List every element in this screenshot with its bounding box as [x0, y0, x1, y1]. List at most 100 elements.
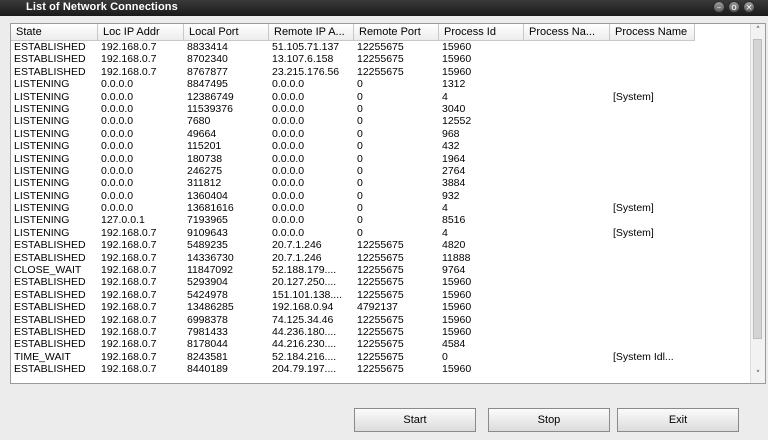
scroll-thumb[interactable] [753, 39, 762, 339]
title-bar[interactable]: List of Network Connections – o × [0, 0, 768, 16]
column-header-5[interactable]: Process Id [439, 24, 524, 40]
column-header-4[interactable]: Remote Port [354, 24, 439, 40]
table-row[interactable]: ESTABLISHED 192.168.0.7 5424978 151.101.138… [11, 289, 752, 301]
table-row[interactable]: LISTENING 0.0.0.0 12386749 0.0.0.0 0 4 [System… [11, 91, 752, 103]
table-cell: 180738 [187, 152, 223, 165]
table-cell: 3884 [442, 177, 466, 190]
column-header-7[interactable]: Process Name [610, 24, 695, 40]
table-cell: 15960 [442, 313, 472, 326]
table-cell [524, 53, 610, 65]
table-cell: 51.105.71.137 [272, 41, 340, 53]
table-row[interactable]: LISTENING 0.0.0.0 49664 0.0.0.0 0 968 [11, 128, 752, 140]
table-cell: [System Idl... [613, 350, 674, 363]
table-row[interactable]: TIME_WAIT 192.168.0.7 8243581 52.184.216...… [11, 351, 752, 363]
table-cell: 8833414 [187, 41, 228, 53]
table-cell [524, 177, 610, 189]
scroll-up-icon[interactable]: ˄ [751, 24, 765, 38]
table-row[interactable]: ESTABLISHED 192.168.0.7 14336730 20.7.1.246… [11, 252, 752, 264]
table-cell [524, 326, 610, 338]
table-cell [610, 165, 695, 177]
table-cell: 0 [357, 140, 363, 153]
column-header-3[interactable]: Remote IP A... [269, 24, 354, 40]
table-row[interactable]: LISTENING 0.0.0.0 1360404 0.0.0.0 0 932 [11, 190, 752, 202]
table-cell: ESTABLISHED [14, 338, 86, 351]
table-cell: 151.101.138.... [272, 288, 343, 301]
table-cell [610, 338, 695, 350]
table-row[interactable]: ESTABLISHED 192.168.0.7 8440189 204.79.197.… [11, 363, 752, 375]
connections-list[interactable]: State Loc IP Addr Local Port Remote IP A...… [10, 23, 766, 384]
table-cell: 12552 [442, 115, 472, 128]
table-cell: 1312 [442, 78, 466, 91]
table-cell [524, 227, 610, 239]
column-header-6[interactable]: Process Na... [524, 24, 610, 40]
table-cell: 0.0.0.0 [101, 202, 134, 215]
table-cell: TIME_WAIT [14, 350, 71, 363]
table-row[interactable]: ESTABLISHED 192.168.0.7 6998378 74.125.34.4… [11, 314, 752, 326]
scroll-down-icon[interactable]: ˅ [751, 368, 765, 382]
table-cell: 0.0.0.0 [101, 127, 134, 140]
table-row[interactable]: LISTENING 0.0.0.0 246275 0.0.0.0 0 2764 [11, 165, 752, 177]
exit-button[interactable]: Exit [617, 408, 739, 432]
table-cell: LISTENING [14, 90, 70, 103]
table-cell: 0.0.0.0 [272, 140, 305, 153]
table-row[interactable]: LISTENING 0.0.0.0 8847495 0.0.0.0 0 1312 [11, 78, 752, 90]
table-row[interactable]: ESTABLISHED 192.168.0.7 8767877 23.215.176.… [11, 66, 752, 78]
table-cell: 192.168.0.7 [101, 325, 157, 338]
table-row[interactable]: LISTENING 127.0.0.1 7193965 0.0.0.0 0 8516 [11, 214, 752, 226]
table-cell: 8516 [442, 214, 466, 227]
table-cell: 15960 [442, 363, 472, 376]
table-cell: 0 [357, 152, 363, 165]
table-cell: 204.79.197.... [272, 363, 337, 376]
table-row[interactable]: ESTABLISHED 192.168.0.7 5293904 20.127.250.… [11, 276, 752, 288]
table-row[interactable]: CLOSE_WAIT 192.168.0.7 11847092 52.188.179.… [11, 264, 752, 276]
table-cell: 968 [442, 127, 460, 140]
column-header-2[interactable]: Local Port [184, 24, 269, 40]
vertical-scrollbar[interactable]: ˄ ˅ [750, 24, 765, 383]
table-cell [610, 289, 695, 301]
connections-rows: ESTABLISHED 192.168.0.7 8833414 51.105.71.1… [11, 41, 752, 383]
table-cell: ESTABLISHED [14, 301, 86, 314]
table-cell [524, 91, 610, 103]
table-row[interactable]: ESTABLISHED 192.168.0.7 8702340 13.107.6.15… [11, 53, 752, 65]
table-cell: 12255675 [357, 53, 404, 66]
table-cell: LISTENING [14, 140, 70, 153]
table-cell: 246275 [187, 164, 223, 177]
table-cell [610, 53, 695, 65]
table-row[interactable]: LISTENING 0.0.0.0 311812 0.0.0.0 0 3884 [11, 177, 752, 189]
table-row[interactable]: ESTABLISHED 192.168.0.7 7981433 44.236.180.… [11, 326, 752, 338]
table-row[interactable]: LISTENING 0.0.0.0 115201 0.0.0.0 0 432 [11, 140, 752, 152]
table-row[interactable]: ESTABLISHED 192.168.0.7 13486285 192.168.0.… [11, 301, 752, 313]
table-cell: 15960 [442, 41, 472, 53]
table-cell: 52.188.179.... [272, 264, 337, 277]
table-cell: 7680 [187, 115, 211, 128]
table-cell: 15960 [442, 288, 472, 301]
column-header-1[interactable]: Loc IP Addr [98, 24, 184, 40]
table-cell: 0 [357, 214, 363, 227]
table-cell: 4820 [442, 239, 466, 252]
column-header-0[interactable]: State [11, 24, 98, 40]
table-row[interactable]: LISTENING 0.0.0.0 7680 0.0.0.0 0 12552 [11, 115, 752, 127]
table-cell: 74.125.34.46 [272, 313, 334, 326]
table-cell [610, 363, 695, 375]
table-cell: 20.127.250.... [272, 276, 337, 289]
start-button[interactable]: Start [354, 408, 476, 432]
minimize-icon[interactable]: – [713, 1, 725, 13]
table-row[interactable]: ESTABLISHED 192.168.0.7 8833414 51.105.71.1… [11, 41, 752, 53]
table-cell [524, 363, 610, 375]
table-row[interactable]: LISTENING 0.0.0.0 180738 0.0.0.0 0 1964 [11, 153, 752, 165]
restore-icon[interactable]: o [728, 1, 740, 13]
stop-button[interactable]: Stop [488, 408, 610, 432]
table-row[interactable]: LISTENING 0.0.0.0 11539376 0.0.0.0 0 3040 [11, 103, 752, 115]
close-icon[interactable]: × [743, 1, 755, 13]
table-cell: ESTABLISHED [14, 276, 86, 289]
table-cell: 0 [357, 177, 363, 190]
table-cell [610, 153, 695, 165]
table-row[interactable]: LISTENING 192.168.0.7 9109643 0.0.0.0 0 4 [Sys… [11, 227, 752, 239]
table-row[interactable]: LISTENING 0.0.0.0 13681616 0.0.0.0 0 4 [System… [11, 202, 752, 214]
table-row[interactable]: ESTABLISHED 192.168.0.7 8178044 44.216.230.… [11, 338, 752, 350]
table-cell [524, 103, 610, 115]
table-cell [524, 128, 610, 140]
table-cell [524, 276, 610, 288]
table-cell: 13681616 [187, 202, 234, 215]
table-row[interactable]: ESTABLISHED 192.168.0.7 5489235 20.7.1.246 1… [11, 239, 752, 251]
